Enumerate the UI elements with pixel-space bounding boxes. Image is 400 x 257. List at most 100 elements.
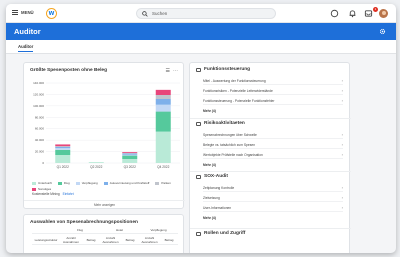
bar-segment[interactable] <box>155 131 171 163</box>
section-title: Rollen und Zugriff <box>196 231 245 236</box>
report-link[interactable]: Belegte vs. tatsächlich zum Spesen › <box>203 141 343 149</box>
report-link-label: Zeitplanung Kontrolle <box>203 185 235 190</box>
bar-segment[interactable] <box>122 152 138 153</box>
chevron-right-icon: › <box>341 88 343 93</box>
chevron-right-icon: › <box>341 98 343 103</box>
report-link-label: Wertobjekte Prüfstelle nach Organisation <box>203 152 263 157</box>
bar-segment[interactable] <box>55 155 71 163</box>
section-divider <box>190 118 351 119</box>
legend-item[interactable]: Sonstiges <box>32 187 51 191</box>
menu-button[interactable]: MENÜ <box>12 10 34 15</box>
col-header[interactable]: Betrag <box>160 238 178 242</box>
legend-item[interactable]: Parken <box>155 181 171 185</box>
legend-label: Unterkunft <box>38 181 52 185</box>
report-link[interactable]: Mitel - Auswertung der Funktionssteuerun… <box>203 77 343 85</box>
bar-segment[interactable] <box>122 155 138 159</box>
chevron-right-icon: › <box>341 185 343 190</box>
menu-label: MENÜ <box>21 10 34 15</box>
bell-icon[interactable] <box>348 9 357 18</box>
report-link[interactable]: Wertobjekte Prüfstelle nach Organisation… <box>203 151 343 159</box>
hamburger-icon <box>12 10 18 15</box>
section-title: Funktionssteuerung <box>196 67 250 72</box>
bar-segment[interactable] <box>55 147 71 149</box>
folder-icon <box>196 174 201 179</box>
y-tick-label: 40.000 <box>35 138 45 142</box>
more-options-icon[interactable]: ⋯ <box>173 68 178 74</box>
bar-segment[interactable] <box>88 162 104 163</box>
section-divider <box>190 171 351 172</box>
report-link-label: Zielsetzung <box>203 195 220 200</box>
y-tick-label: 60.000 <box>35 127 45 131</box>
table-title: Auswahlen von Spesenabrechnungspositione… <box>30 220 138 225</box>
chart-tools: ☰ ⋯ <box>166 68 178 74</box>
legend-label: Verpflegung <box>81 181 98 185</box>
report-link-label: Spesenabrechnungen über Schwelle <box>203 132 257 137</box>
workday-logo[interactable]: w <box>46 8 57 19</box>
legend-item[interactable]: Unterkunft <box>32 181 52 185</box>
more-link[interactable]: Mehr (4) <box>203 216 216 220</box>
legend-swatch <box>155 181 160 185</box>
avatar[interactable] <box>379 9 388 18</box>
tab-auditor[interactable]: Auditor <box>18 44 34 52</box>
section-title: SOX-Audit <box>196 174 228 179</box>
bar-segment[interactable] <box>155 95 171 99</box>
more-link[interactable]: Mehr (4) <box>203 163 216 167</box>
filter-value[interactable]: Einfahrt <box>63 192 74 196</box>
legend-label: Flug <box>63 181 70 185</box>
section-title-label: SOX-Audit <box>204 174 228 179</box>
bar-segment[interactable] <box>155 99 171 105</box>
bar-segment[interactable] <box>122 154 138 156</box>
col-header[interactable]: Anzahl Ausnahmen <box>60 236 82 244</box>
bar-segment[interactable] <box>55 148 71 150</box>
report-link-label: Funktionssteuerung - Potenzielle Funktio… <box>203 98 275 103</box>
col-header[interactable]: Betrag <box>121 238 139 242</box>
show-more-link[interactable]: Mehr anzeigen <box>24 200 185 207</box>
inbox-icon[interactable] <box>364 9 373 18</box>
filter-label: Kostenstelle Mining <box>32 192 60 196</box>
legend-item[interactable]: Verpflegung <box>75 181 98 185</box>
search-input[interactable]: Suchen <box>136 8 276 19</box>
col-header[interactable]: Leistungsstruktur <box>32 238 60 242</box>
report-link[interactable]: User-Informationen › <box>203 204 343 212</box>
chart-filter[interactable]: Kostenstelle Mining Einfahrt <box>32 192 74 196</box>
chevron-right-icon: › <box>341 195 343 200</box>
report-link-label: Belegte vs. tatsächlich zum Spesen <box>203 142 256 147</box>
col-header[interactable]: Anzahl Ausnahmen <box>100 236 121 244</box>
legend-item[interactable]: Flug <box>57 181 70 185</box>
gear-icon[interactable] <box>379 28 386 35</box>
bar-segment[interactable] <box>55 144 71 147</box>
chevron-right-icon: › <box>341 152 343 157</box>
chart-legend: Unterkunft Flug Verpflegung Autovermietung … <box>32 181 182 191</box>
chevron-right-icon: › <box>341 142 343 147</box>
bar-segment[interactable] <box>122 159 138 163</box>
report-link[interactable]: Funktionsrisiken - Potenzielle Leiterwid… <box>203 87 343 95</box>
group-meals: Verpflegung <box>150 228 167 232</box>
table-group-row: Flug Hotel Verpflegung <box>32 228 178 234</box>
report-link[interactable]: Zeitplanung Kontrolle › <box>203 184 343 192</box>
expense-items-card: Auswahlen von Spesenabrechnungspositione… <box>23 214 184 253</box>
bar-segment[interactable] <box>55 146 71 147</box>
filter-icon[interactable]: ☰ <box>166 68 170 74</box>
col-header[interactable]: Anzahl Ausnahmen <box>139 236 160 244</box>
bar-segment[interactable] <box>55 149 71 155</box>
report-link[interactable]: Zielsetzung › <box>203 194 343 202</box>
y-tick-label: 120.000 <box>33 92 44 96</box>
table-column-row: Leistungsstruktur Anzahl Ausnahmen Betra… <box>32 235 178 245</box>
report-link-label: Mitel - Auswertung der Funktionssteuerun… <box>203 78 266 83</box>
bar-segment[interactable] <box>155 104 171 112</box>
bar-segment[interactable] <box>155 89 171 95</box>
report-link[interactable]: Spesenabrechnungen über Schwelle › <box>203 131 343 139</box>
group-flight: Flug <box>77 228 83 232</box>
bar-segment[interactable] <box>122 153 138 154</box>
group-hotel: Hotel <box>115 228 123 232</box>
chat-icon[interactable] <box>330 9 339 18</box>
bar-segment[interactable] <box>155 111 171 132</box>
col-header[interactable]: Betrag <box>82 238 100 242</box>
legend-item[interactable]: Autovermietung und Kraftstoff <box>103 181 149 185</box>
legend-swatch <box>57 181 62 185</box>
tab-bar: Auditor <box>6 40 396 54</box>
more-link[interactable]: Mehr (4) <box>203 109 216 113</box>
y-tick-label: 20.000 <box>35 150 45 154</box>
report-link[interactable]: Funktionssteuerung - Potenzielle Funktio… <box>203 97 343 105</box>
bar-segment[interactable] <box>122 153 138 155</box>
